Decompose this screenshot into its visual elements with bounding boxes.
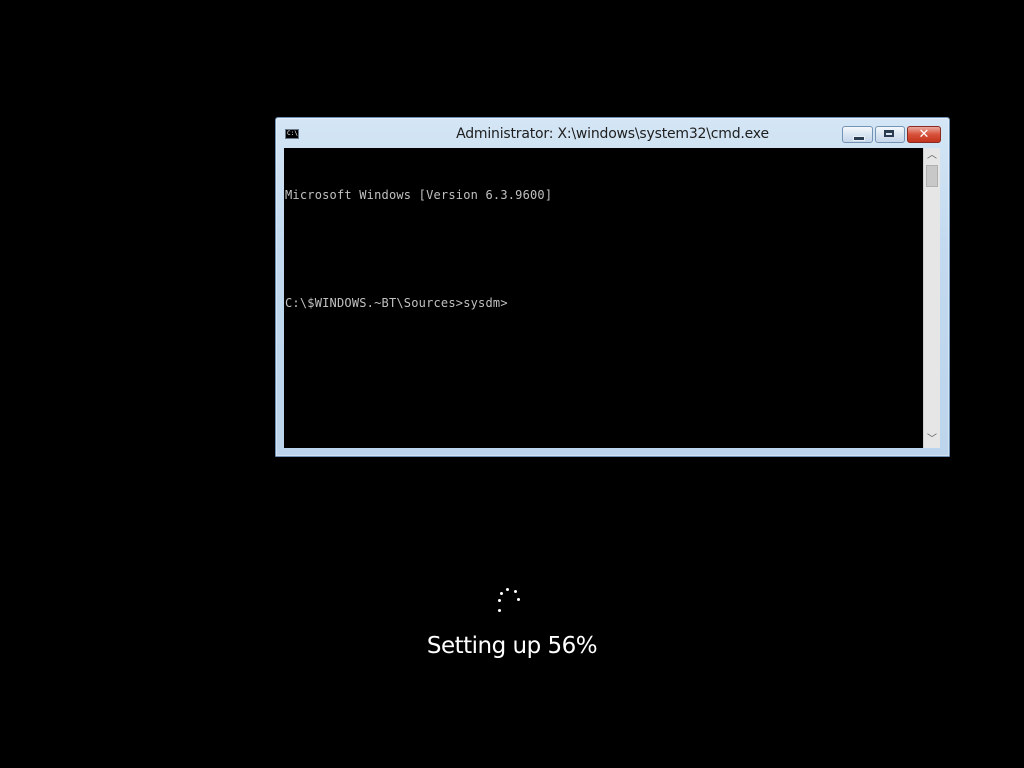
- spinner-dot: [514, 590, 517, 593]
- cmd-window: C:\ Administrator: X:\windows\system32\c…: [275, 117, 950, 457]
- minimize-button[interactable]: [842, 126, 873, 143]
- setup-progress-text: Setting up 56%: [426, 633, 598, 659]
- spinner-dot: [498, 609, 501, 612]
- spinner-dot: [517, 598, 520, 601]
- close-button[interactable]: ✕: [907, 126, 941, 143]
- close-icon: ✕: [918, 127, 930, 142]
- spinner-dot: [506, 588, 509, 591]
- scroll-down-arrow-icon[interactable]: ﹀: [924, 432, 940, 448]
- maximize-button[interactable]: [875, 126, 905, 143]
- loading-spinner-icon: [490, 582, 526, 618]
- console-prompt-line: C:\$WINDOWS.~BT\Sources>sysdm>: [285, 296, 508, 310]
- maximize-icon: [884, 130, 894, 137]
- console-line: Microsoft Windows [Version 6.3.9600]: [285, 188, 553, 202]
- spinner-dot: [500, 592, 503, 595]
- spinner-dot: [498, 599, 501, 602]
- vertical-scrollbar[interactable]: ︿ ﹀: [923, 148, 940, 448]
- title-bar[interactable]: C:\ Administrator: X:\windows\system32\c…: [276, 118, 949, 148]
- scroll-up-arrow-icon[interactable]: ︿: [924, 148, 940, 164]
- desktop-background: C:\ Administrator: X:\windows\system32\c…: [0, 0, 1024, 768]
- minimize-icon: [853, 136, 865, 141]
- console-output[interactable]: Microsoft Windows [Version 6.3.9600] C:\…: [284, 148, 935, 448]
- scroll-thumb[interactable]: [926, 165, 938, 187]
